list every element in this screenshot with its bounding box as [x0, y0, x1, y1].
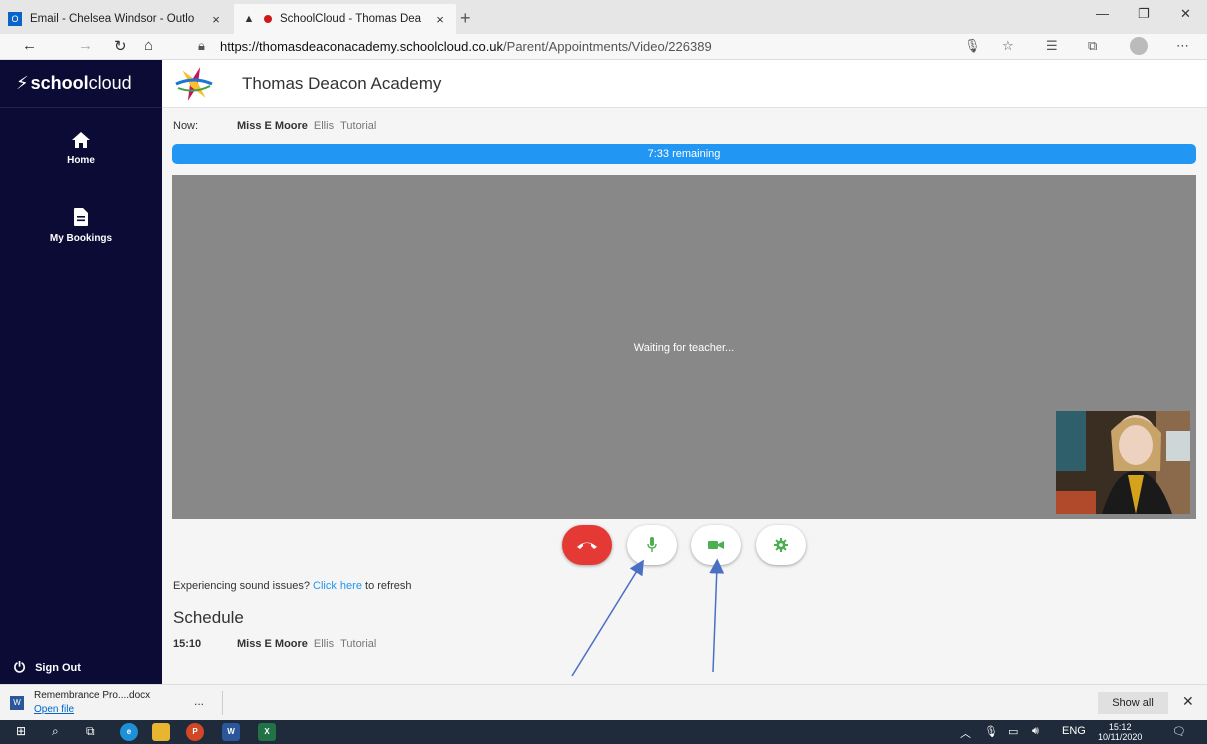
appointment-type: Tutorial [340, 120, 377, 132]
sidebar-item-label: Home [67, 155, 95, 166]
schoolcloud-logo[interactable]: ⚡︎ school cloud [0, 60, 162, 108]
close-icon[interactable]: ✕ [1182, 693, 1194, 710]
excel-icon[interactable]: X [258, 723, 276, 741]
schedule-title: Schedule [173, 608, 244, 627]
language-indicator[interactable]: ENG [1062, 725, 1086, 737]
arrow-to-microphone [571, 559, 644, 677]
close-icon[interactable]: × [208, 12, 224, 27]
settings-button[interactable] [756, 525, 806, 565]
teacher-name: Miss E Moore [237, 638, 308, 650]
hang-up-button[interactable] [562, 525, 612, 565]
microphone-permission-icon[interactable]: 🎙︎ [964, 38, 981, 54]
sidebar-item-my-bookings[interactable]: My Bookings [0, 208, 162, 244]
restore-icon[interactable]: ❐ [1138, 6, 1150, 22]
url-field[interactable]: https://thomasdeaconacademy.schoolcloud.… [220, 39, 712, 54]
close-icon[interactable]: × [432, 12, 448, 27]
schedule-time: 15:10 [173, 638, 202, 650]
notifications-icon[interactable]: 🗨︎ [1172, 725, 1186, 738]
word-document-icon: W [10, 696, 24, 710]
waiting-message: Waiting for teacher... [633, 342, 735, 354]
clock-date: 10/11/2020 [1098, 732, 1143, 742]
time-remaining-bar: 7:33 remaining [172, 144, 1196, 164]
student-name: Ellis [313, 638, 335, 650]
tab-title: Email - Chelsea Windsor - Outlo [30, 13, 195, 25]
schoolcloud-icon: ▲ [243, 13, 255, 25]
arrow-to-camera [709, 558, 725, 673]
tab-outlook[interactable]: O Email - Chelsea Windsor - Outlo × [0, 4, 232, 34]
tray-chevron-icon[interactable]: ︿ [960, 725, 971, 741]
teacher-name: Miss E Moore [237, 120, 308, 132]
file-explorer-icon[interactable] [152, 723, 170, 741]
phone-hangup-icon [577, 542, 597, 549]
sidebar: ⚡︎ school cloud Home My Bookings ⏻ Sign O… [0, 60, 162, 684]
now-label: Now: [173, 120, 199, 132]
gear-icon [774, 538, 788, 552]
self-camera-preview [1056, 411, 1190, 514]
favorites-list-icon[interactable]: ☰ [1046, 38, 1058, 54]
back-icon[interactable]: ← [22, 37, 37, 54]
camera-feed-image [1056, 411, 1190, 514]
close-window-icon[interactable]: ✕ [1180, 6, 1191, 22]
open-file-link[interactable]: Open file [34, 704, 74, 715]
tab-title: SchoolCloud - Thomas Dea [280, 13, 422, 25]
task-view-icon[interactable]: ⧉ [86, 724, 95, 739]
video-area: Waiting for teacher... [172, 175, 1196, 519]
windows-start-icon[interactable]: ⊞ [16, 724, 26, 738]
collections-icon[interactable]: ⧉ [1088, 38, 1097, 54]
recording-dot-icon [264, 15, 272, 23]
tab-schoolcloud[interactable]: ▲ SchoolCloud - Thomas Dea × [234, 4, 456, 34]
network-icon[interactable]: ▭ [1008, 725, 1018, 738]
sign-out-button[interactable]: ⏻ Sign Out [14, 659, 81, 676]
download-more-button[interactable]: ... [194, 694, 204, 708]
microphone-button[interactable] [627, 525, 677, 565]
edge-browser-icon[interactable]: e [120, 723, 138, 741]
divider [222, 691, 223, 715]
clock-time: 15:12 [1108, 722, 1132, 732]
sidebar-item-home[interactable]: Home [0, 132, 162, 166]
word-icon[interactable]: W [222, 723, 240, 741]
refresh-icon[interactable]: ↻ [114, 37, 127, 55]
download-bar: W Remembrance Pro....docx Open file ... … [0, 684, 1207, 720]
home-browser-icon[interactable]: ⌂ [144, 37, 153, 54]
powerpoint-icon[interactable]: P [186, 723, 204, 741]
url-host: https://thomasdeaconacademy.schoolcloud.… [220, 39, 504, 54]
sound-help: Experiencing sound issues? Click here to… [173, 580, 412, 592]
favorite-star-icon[interactable]: ☆ [1002, 38, 1014, 54]
browser-tab-strip: O Email - Chelsea Windsor - Outlo × ▲ Sc… [0, 0, 1207, 34]
forward-icon[interactable]: → [78, 37, 93, 54]
document-icon [74, 208, 88, 226]
video-camera-icon [708, 541, 724, 549]
screen: O Email - Chelsea Windsor - Outlo × ▲ Sc… [0, 0, 1207, 744]
page-header: Thomas Deacon Academy [162, 60, 1207, 108]
student-name: Ellis [313, 120, 335, 132]
appointment-type: Tutorial [340, 638, 377, 650]
schedule-row: 15:10 Miss E Moore Ellis Tutorial [173, 638, 376, 650]
outlook-icon: O [8, 12, 22, 26]
more-menu-icon[interactable]: ⋯ [1176, 38, 1189, 54]
microphone-tray-icon[interactable]: 🎙︎ [984, 725, 998, 738]
windows-taskbar: ⊞ ⌕ ⧉ e P W X ︿ 🎙︎ ▭ 🔊︎ ENG 15:12 10/11/… [0, 720, 1207, 744]
academy-logo-icon [175, 67, 213, 101]
bolt-icon: ⚡︎ [16, 73, 29, 93]
power-icon: ⏻ [14, 659, 26, 675]
clock[interactable]: 15:12 10/11/2020 [1098, 722, 1142, 742]
sidebar-item-label: My Bookings [49, 233, 113, 244]
volume-icon[interactable]: 🔊︎ [1032, 725, 1039, 738]
school-name: Thomas Deacon Academy [242, 74, 442, 93]
new-tab-button[interactable]: + [460, 8, 471, 29]
download-file-name[interactable]: Remembrance Pro....docx [34, 690, 150, 701]
url-path: /Parent/Appointments/Video/226389 [503, 39, 712, 54]
refresh-link[interactable]: Click here [313, 580, 362, 592]
search-icon[interactable]: ⌕ [52, 724, 59, 739]
current-appointment: Now: Miss E Moore Ellis Tutorial [173, 120, 376, 132]
home-icon [72, 132, 90, 148]
microphone-icon [647, 537, 657, 552]
camera-button[interactable] [691, 525, 741, 565]
lock-icon[interactable]: 🔒︎ [198, 38, 205, 54]
minimize-icon[interactable]: — [1096, 6, 1109, 21]
profile-avatar[interactable] [1130, 37, 1148, 55]
address-bar: ← → ↻ ⌂ 🔒︎ https://thomasdeaconacademy.s… [0, 34, 1207, 60]
show-all-button[interactable]: Show all [1098, 692, 1168, 714]
